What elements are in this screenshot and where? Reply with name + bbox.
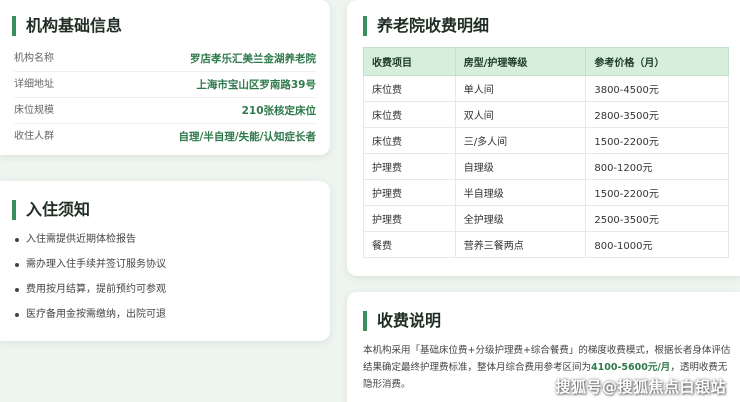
table-cell: 800-1000元 [585, 231, 729, 258]
fee-explanation-title: 收费说明 [363, 311, 441, 331]
table-cell: 单人间 [454, 75, 587, 102]
notice-item: 需办理入住手续并签订服务协议 [14, 256, 166, 281]
fee-detail-card: 养老院收费明细 收费项目 房型/护理等级 参考价格（月） 床位费 单人间 380… [347, 0, 740, 276]
table-cell: 护理费 [363, 179, 456, 206]
info-row-name: 机构名称 罗店孝乐汇美兰金湖养老院 [14, 46, 316, 72]
table-cell: 床位费 [363, 127, 456, 154]
info-value: 自理/半自理/失能/认知症长者 [178, 131, 316, 143]
table-cell: 3800-4500元 [585, 75, 729, 102]
info-value: 上海市宝山区罗南路39号 [196, 79, 316, 91]
table-row: 护理费 半自理级 1500-2200元 [363, 179, 729, 206]
info-row-beds: 床位规模 210张核定床位 [14, 98, 316, 124]
table-cell: 自理级 [454, 153, 587, 180]
source-watermark: 搜狐号@搜狐焦点白银站 [555, 378, 726, 396]
header-fee-item: 收费项目 [363, 47, 456, 76]
basic-info-card: 机构基础信息 机构名称 罗店孝乐汇美兰金湖养老院 详细地址 上海市宝山区罗南路3… [0, 0, 330, 155]
basic-info-title: 机构基础信息 [12, 16, 122, 36]
table-cell: 护理费 [363, 205, 456, 232]
notice-title: 入住须知 [12, 200, 90, 220]
table-row: 护理费 自理级 800-1200元 [363, 153, 729, 180]
table-cell: 床位费 [363, 101, 456, 128]
admission-notice-card: 入住须知 入住需提供近期体检报告 需办理入住手续并签订服务协议 费用按月结算，提… [0, 181, 330, 341]
info-row-address: 详细地址 上海市宝山区罗南路39号 [14, 72, 316, 98]
table-cell: 双人间 [454, 101, 587, 128]
info-value: 210张核定床位 [241, 105, 316, 117]
notice-item: 医疗备用金按需缴纳，出院可退 [14, 306, 166, 331]
table-cell: 三/多人间 [454, 127, 587, 154]
table-row: 床位费 单人间 3800-4500元 [363, 75, 729, 102]
table-cell: 护理费 [363, 153, 456, 180]
table-row: 护理费 全护理级 2500-3500元 [363, 205, 729, 232]
table-cell: 1500-2200元 [585, 179, 729, 206]
info-label: 收住人群 [14, 131, 54, 142]
fee-detail-title: 养老院收费明细 [363, 16, 489, 36]
info-label: 机构名称 [14, 53, 54, 64]
table-cell: 全护理级 [454, 205, 587, 232]
header-price: 参考价格（月） [585, 47, 729, 76]
notice-item: 费用按月结算，提前预约可参观 [14, 281, 166, 306]
notice-item: 入住需提供近期体检报告 [14, 231, 166, 256]
table-row: 床位费 三/多人间 1500-2200元 [363, 127, 729, 154]
table-cell: 1500-2200元 [585, 127, 729, 154]
table-cell: 2800-3500元 [585, 101, 729, 128]
fee-table: 收费项目 房型/护理等级 参考价格（月） 床位费 单人间 3800-4500元 … [363, 47, 729, 258]
table-header-row: 收费项目 房型/护理等级 参考价格（月） [363, 47, 729, 76]
info-label: 详细地址 [14, 79, 54, 90]
table-cell: 800-1200元 [585, 153, 729, 180]
info-value: 罗店孝乐汇美兰金湖养老院 [190, 53, 316, 65]
header-room-level: 房型/护理等级 [454, 47, 587, 76]
table-row: 餐费 营养三餐两点 800-1000元 [363, 231, 729, 258]
table-cell: 营养三餐两点 [454, 231, 587, 258]
table-row: 床位费 双人间 2800-3500元 [363, 101, 729, 128]
table-cell: 半自理级 [454, 179, 587, 206]
table-cell: 餐费 [363, 231, 456, 258]
notice-list: 入住需提供近期体检报告 需办理入住手续并签订服务协议 费用按月结算，提前预约可参… [14, 231, 166, 331]
info-label: 床位规模 [14, 105, 54, 116]
table-cell: 2500-3500元 [585, 205, 729, 232]
info-row-residents: 收住人群 自理/半自理/失能/认知症长者 [14, 124, 316, 150]
table-cell: 床位费 [363, 75, 456, 102]
price-range-highlight: 4100-5600元/月 [591, 362, 671, 373]
